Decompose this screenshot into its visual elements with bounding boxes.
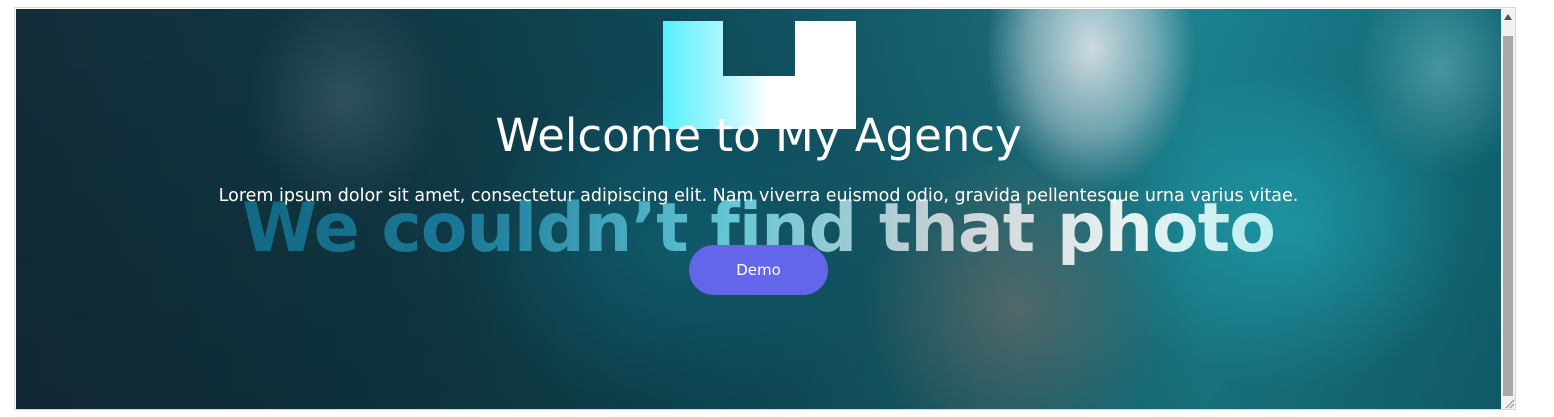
scroll-up-arrow-icon[interactable] xyxy=(1501,9,1515,25)
demo-button[interactable]: Demo xyxy=(689,245,828,295)
vertical-scrollbar[interactable] xyxy=(1501,9,1515,409)
hero-subtitle: Lorem ipsum dolor sit amet, consectetur … xyxy=(218,186,1299,206)
browser-viewport: We couldn’t find that photo Welcome to M… xyxy=(14,7,1516,410)
hero-title: Welcome to My Agency xyxy=(495,109,1022,162)
scroll-thumb[interactable] xyxy=(1503,36,1513,396)
hero-section: We couldn’t find that photo Welcome to M… xyxy=(16,9,1501,409)
resize-grip-icon[interactable] xyxy=(1503,397,1515,409)
